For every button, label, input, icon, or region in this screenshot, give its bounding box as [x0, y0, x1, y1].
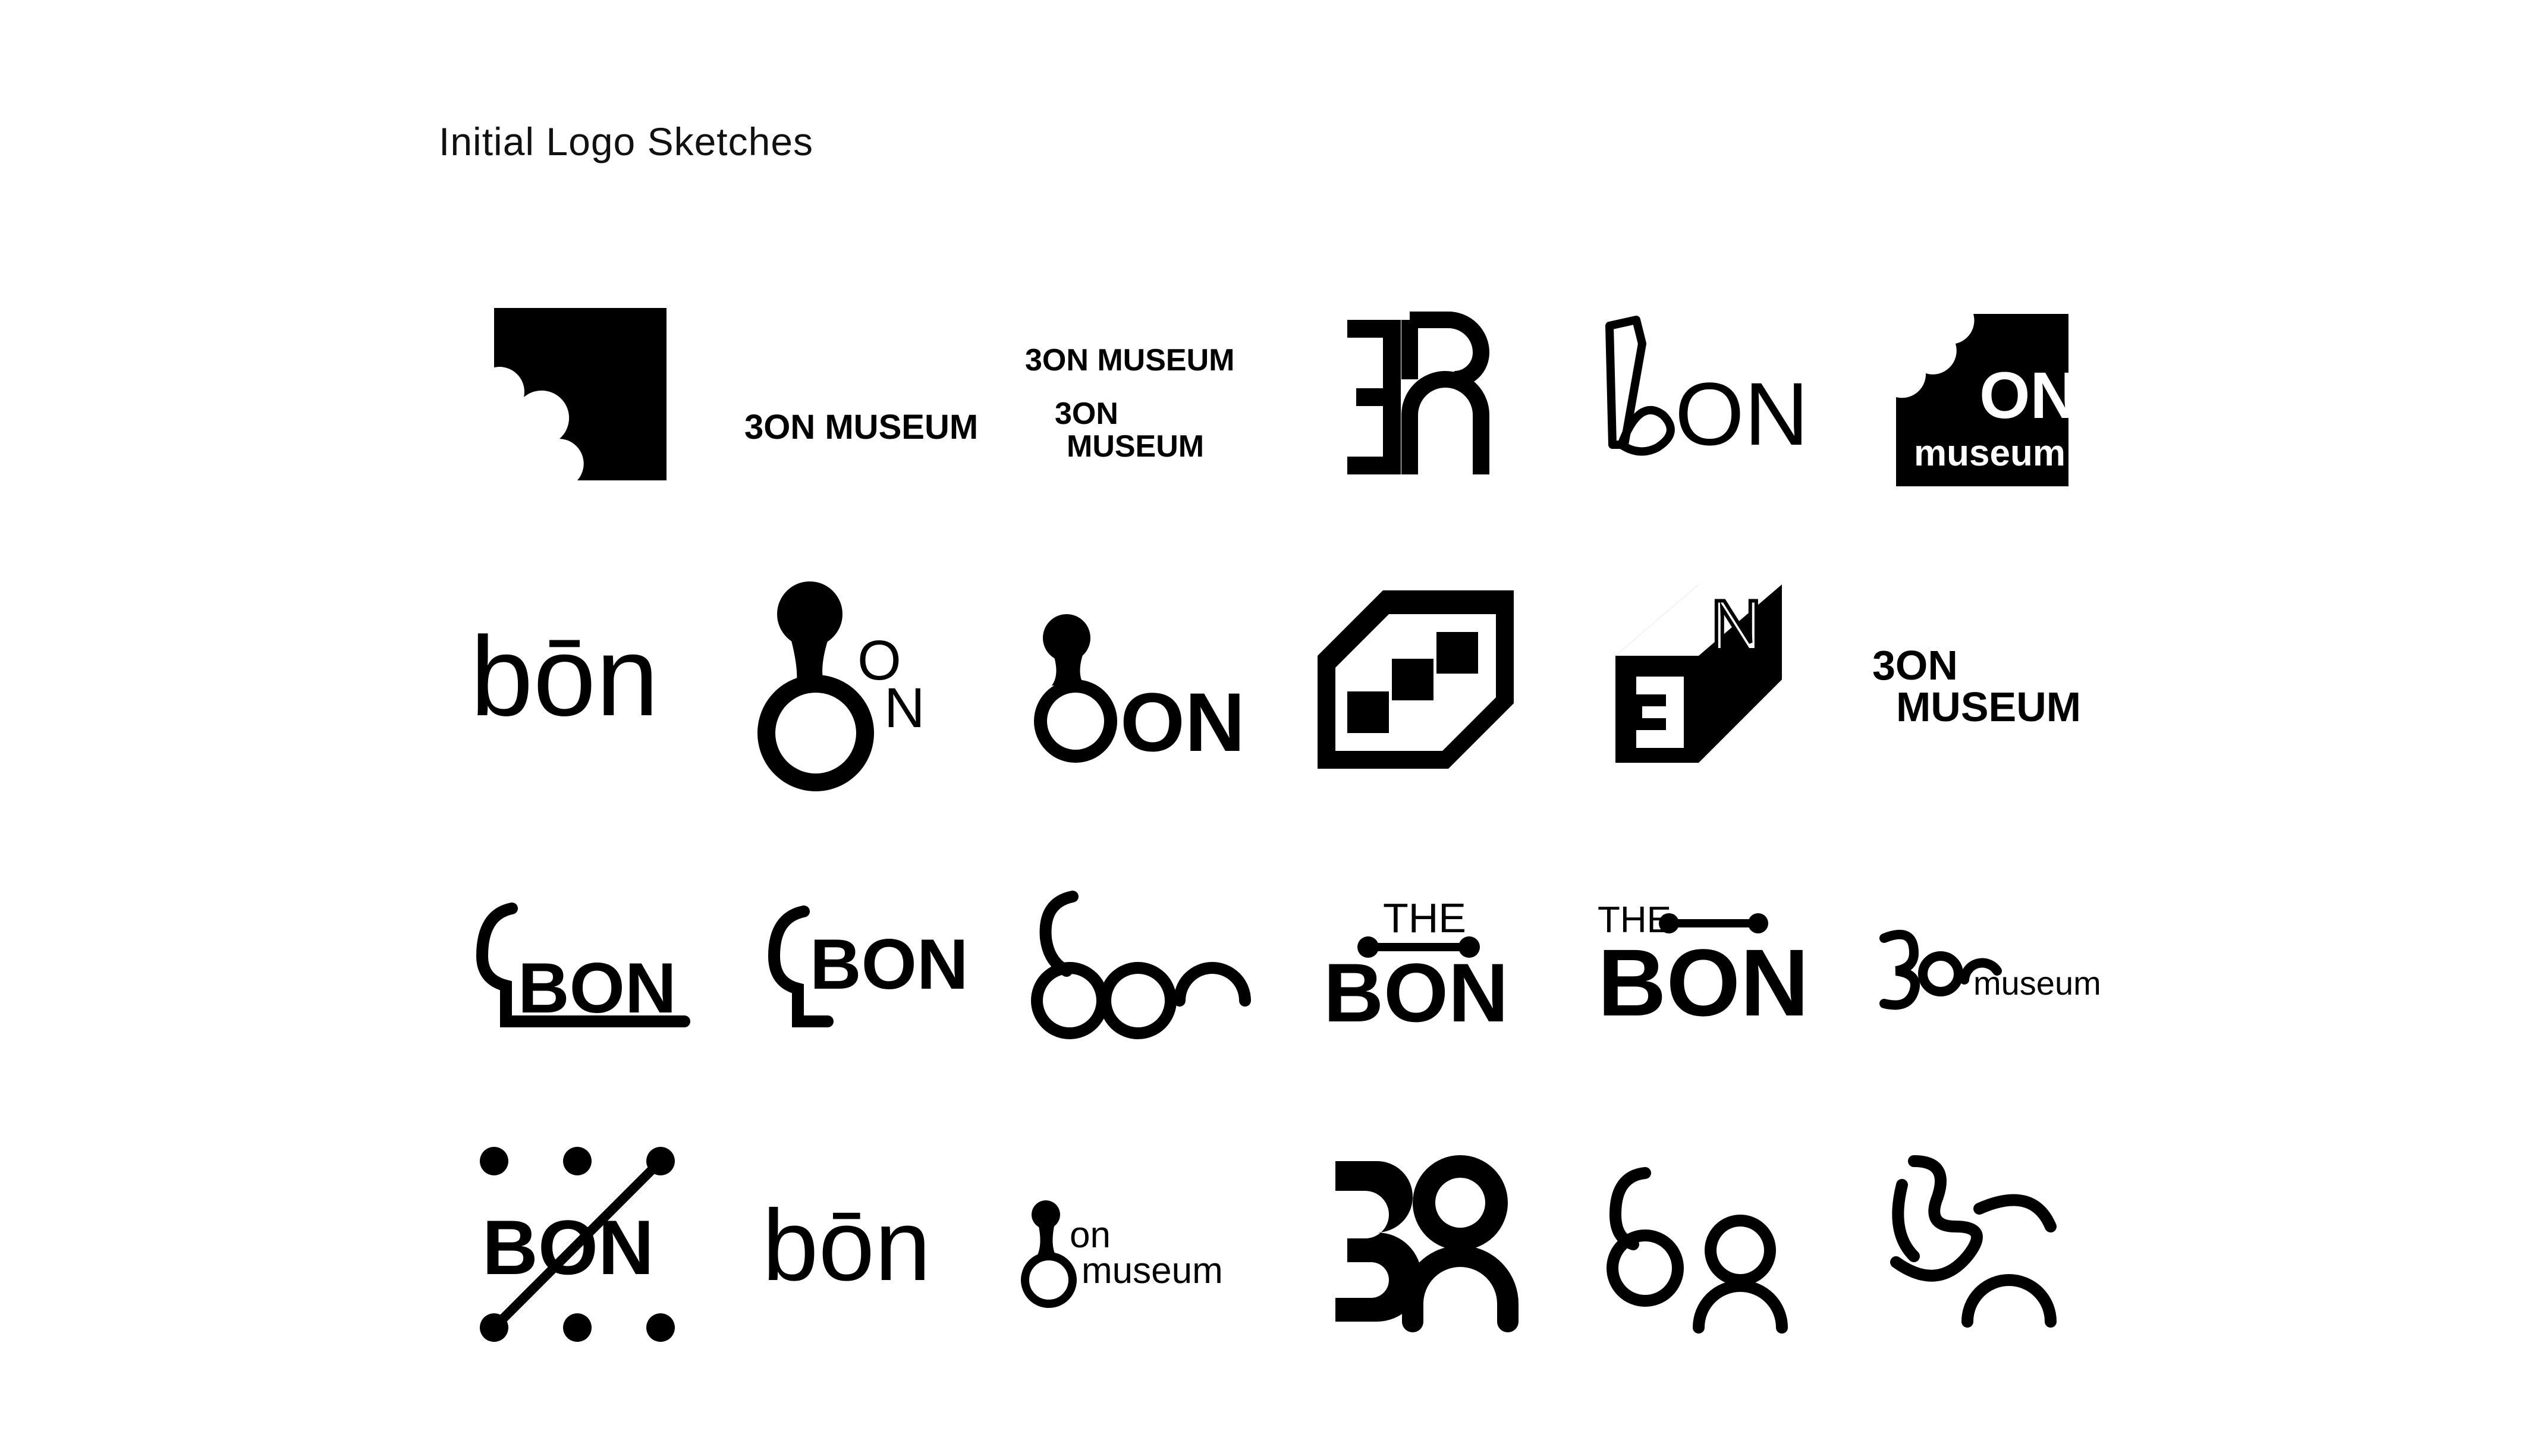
logo-sketch-21: on museum: [998, 1103, 1278, 1385]
logo-sketch-7: bōn: [437, 538, 718, 820]
logo-8-line-2: N: [884, 677, 925, 740]
logo-3-line-1: 3ON MUSEUM: [1025, 343, 1234, 378]
logo-6-line-1: ON: [1979, 359, 2077, 432]
logo-grid: 3ON MUSEUM 3ON MUSEUM 3ON MUSEUM ON ON m…: [437, 256, 2120, 1385]
logo-11-art: N: [1615, 584, 1782, 763]
logo-1-art: [493, 307, 667, 480]
logo-23-art: [1607, 1166, 1788, 1334]
logo-sketch-23: [1559, 1103, 1840, 1385]
logo-sketch-19: BON: [437, 1103, 718, 1385]
logo-20-text: bōn: [762, 1189, 931, 1302]
logo-19-art: BON: [479, 1146, 675, 1342]
logo-8-art: O N: [757, 581, 925, 791]
logo-13-text: BON: [518, 948, 677, 1028]
logo-15-art: [1031, 890, 1252, 1039]
logo-12-line-2: MUSEUM: [1896, 684, 2081, 730]
logo-sketch-20: bōn: [718, 1103, 998, 1385]
logo-16-line-2: BON: [1323, 946, 1508, 1039]
logo-10-art: [1317, 590, 1514, 769]
logo-sketch-6: ON museum: [1839, 256, 2120, 538]
logo-sketch-1: [437, 256, 718, 538]
logo-sketch-13: BON: [437, 820, 718, 1103]
logo-3-art: 3ON MUSEUM 3ON MUSEUM: [1025, 343, 1234, 464]
logo-20-art: bōn: [762, 1189, 931, 1302]
logo-5-art: ON: [1605, 315, 1809, 464]
logo-sketch-16: THE BON: [1278, 820, 1559, 1103]
logo-sketch-2: 3ON MUSEUM: [718, 256, 998, 538]
logo-sketch-24: [1839, 1103, 2120, 1385]
logo-sketch-18: museum: [1839, 820, 2120, 1103]
page-title: Initial Logo Sketches: [439, 120, 814, 163]
logo-13-art: BON: [476, 902, 690, 1028]
logo-sketch-4: [1278, 256, 1559, 538]
logo-sketch-8: O N: [718, 538, 998, 820]
logo-2-art: 3ON MUSEUM: [744, 408, 978, 446]
logo-22-art: [1335, 1155, 1519, 1332]
logo-sketch-9: ON: [998, 538, 1278, 820]
logo-21-line-1: on: [1070, 1215, 1111, 1256]
logo-9-art: ON: [1034, 614, 1245, 769]
logo-sketch-15: [998, 820, 1278, 1103]
logo-sketch-22: [1278, 1103, 1559, 1385]
logo-sketch-10: [1278, 538, 1559, 820]
logo-sketch-12: 3ON MUSEUM: [1839, 538, 2120, 820]
logo-5-text: ON: [1675, 364, 1809, 464]
logo-16-line-1: THE: [1383, 895, 1466, 941]
logo-17-line-2: BON: [1598, 929, 1809, 1036]
logo-7-art: bōn: [470, 614, 659, 740]
logo-14-art: BON: [768, 905, 969, 1027]
logo-7-text: bōn: [470, 614, 659, 740]
logo-9-text: ON: [1120, 675, 1245, 769]
logo-3-line-2: 3ON: [1055, 397, 1118, 431]
logo-sketch-11: N: [1559, 538, 1840, 820]
logo-12-line-1: 3ON: [1872, 642, 1958, 688]
logo-3-line-3: MUSEUM: [1067, 429, 1204, 464]
logo-24-art: [1890, 1155, 2057, 1328]
logo-6-art: ON museum: [1896, 313, 2077, 486]
logo-18-art: museum: [1879, 929, 2101, 1010]
logo-11-text: N: [1711, 586, 1762, 665]
logo-4-art: [1347, 311, 1489, 474]
logo-sketch-14: BON: [718, 820, 998, 1103]
logo-17-art: THE BON: [1598, 900, 1809, 1036]
logo-sketch-5: ON: [1559, 256, 1840, 538]
logo-14-text: BON: [810, 924, 969, 1004]
logo-16-art: THE BON: [1323, 895, 1508, 1039]
logo-18-text: museum: [1973, 964, 2101, 1002]
logo-21-line-2: museum: [1082, 1250, 1223, 1291]
logo-sketch-17: THE BON: [1559, 820, 1840, 1103]
logo-12-art: 3ON MUSEUM: [1872, 642, 2081, 730]
logo-21-art: on museum: [1021, 1200, 1223, 1308]
logo-2-line-2: 3ON MUSEUM: [744, 408, 978, 446]
logo-6-line-2: museum: [1914, 433, 2066, 474]
logo-sketch-3: 3ON MUSEUM 3ON MUSEUM: [998, 256, 1278, 538]
